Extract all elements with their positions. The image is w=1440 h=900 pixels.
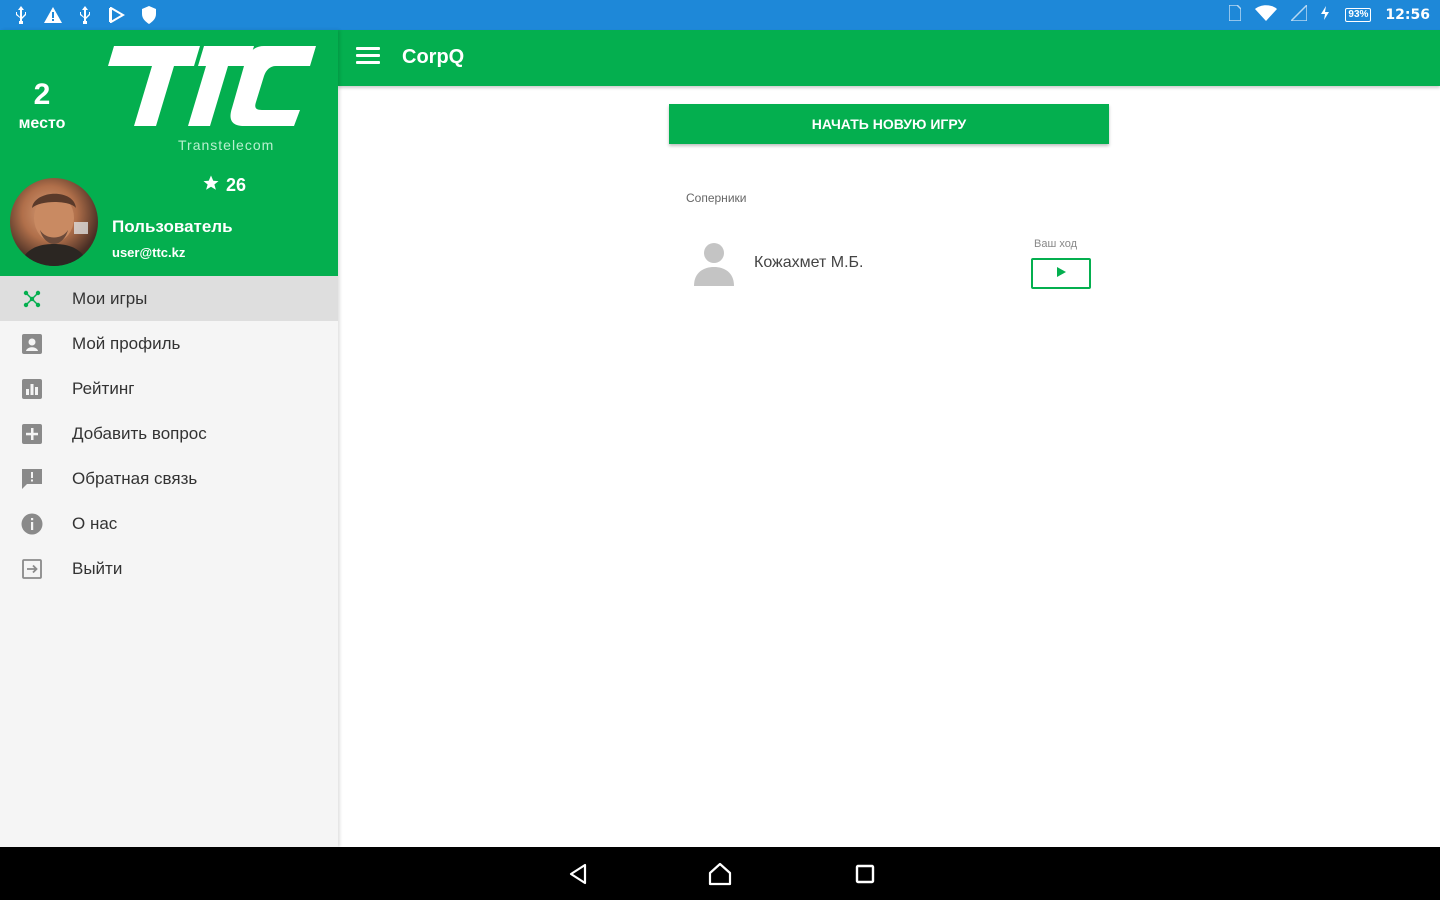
score-value: 26 [226, 175, 247, 195]
profile-icon [20, 332, 44, 356]
rank-number: 2 [33, 78, 51, 111]
logo-subtitle: Transtelecom [178, 137, 275, 153]
home-icon[interactable] [706, 861, 734, 887]
status-bar: 93% 12:56 [0, 0, 1440, 30]
shield-icon [140, 6, 158, 24]
menu-item-my-profile[interactable]: Мой профиль [0, 321, 338, 366]
status-system: 93% 12:56 [1228, 0, 1430, 30]
warning-icon [44, 6, 62, 24]
status-time: 12:56 [1385, 7, 1430, 23]
back-icon[interactable] [564, 861, 592, 887]
app-bar: CorpQ [338, 30, 1440, 86]
menu-item-label: Добавить вопрос [72, 423, 207, 443]
menu-item-label: Рейтинг [72, 378, 135, 398]
signal-icon [1289, 2, 1309, 26]
your-move-label: Ваш ход [1034, 238, 1078, 250]
navigation-drawer: 2 место Transtelecom 26 Пользователь use… [0, 30, 338, 847]
score-badge: 26 [202, 174, 246, 197]
menu-item-label: Мои игры [72, 288, 148, 308]
info-icon [20, 512, 44, 536]
menu-item-label: Мой профиль [72, 333, 181, 353]
menu-item-add-question[interactable]: Добавить вопрос [0, 411, 338, 456]
ttc-logo [104, 44, 316, 128]
system-nav-bar [0, 847, 1440, 900]
feedback-icon [20, 467, 44, 491]
menu-item-feedback[interactable]: Обратная связь [0, 456, 338, 501]
add-question-icon [20, 422, 44, 446]
media-icon [108, 6, 126, 24]
charging-icon [1321, 5, 1331, 25]
new-game-button[interactable]: НАЧАТЬ НОВУЮ ИГРУ [669, 104, 1109, 144]
sim-icon [1228, 3, 1243, 26]
menu-item-rating[interactable]: Рейтинг [0, 366, 338, 411]
rank-label: место [18, 115, 66, 132]
menu-item-logout[interactable]: Выйти [0, 546, 338, 591]
usb-icon [12, 6, 30, 24]
menu-item-about[interactable]: О нас [0, 501, 338, 546]
games-icon [20, 287, 44, 311]
avatar[interactable] [10, 178, 98, 266]
menu-item-label: Обратная связь [72, 468, 198, 488]
menu-icon[interactable] [356, 47, 380, 69]
play-icon [1055, 265, 1067, 283]
drawer-header: 2 место Transtelecom 26 Пользователь use… [0, 30, 338, 276]
status-notifications [12, 0, 158, 30]
app-title: CorpQ [402, 46, 465, 68]
logout-icon [20, 557, 44, 581]
rating-icon [20, 377, 44, 401]
opponent-row[interactable]: Кожахмет М.Б. Ваш ход [686, 232, 1106, 296]
menu-item-label: О нас [72, 513, 118, 533]
menu-item-label: Выйти [72, 558, 123, 578]
star-icon [202, 174, 220, 197]
play-button[interactable] [1031, 258, 1091, 289]
drawer-menu: Мои игры Мой профиль Рейтинг Добавить во… [0, 276, 338, 591]
recent-apps-icon[interactable] [851, 861, 879, 887]
opponent-name: Кожахмет М.Б. [754, 254, 864, 271]
menu-item-my-games[interactable]: Мои игры [0, 276, 338, 321]
opponents-section-label: Соперники [686, 191, 747, 205]
battery-icon: 93% [1345, 8, 1372, 22]
usb-icon [76, 6, 94, 24]
wifi-icon [1255, 4, 1278, 26]
user-email: user@ttc.kz [112, 245, 186, 260]
person-icon [692, 238, 736, 286]
user-name: Пользователь [112, 217, 233, 236]
